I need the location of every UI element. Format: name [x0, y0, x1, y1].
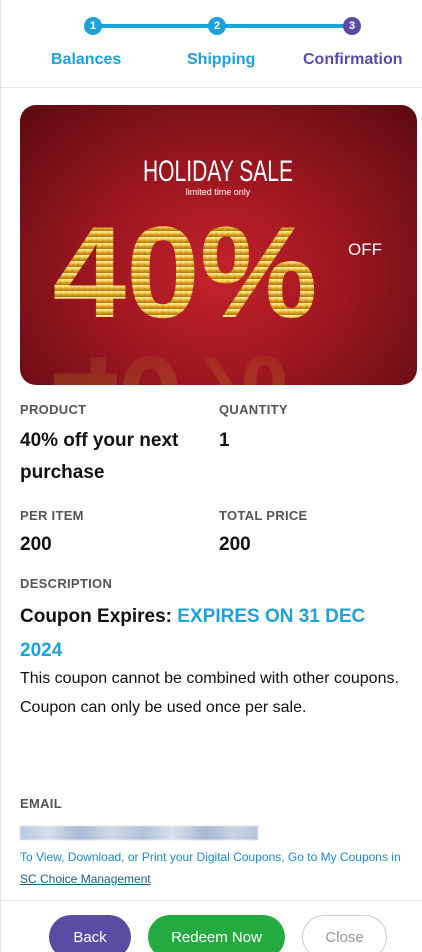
description-label: DESCRIPTION	[20, 576, 113, 591]
banner-title: HOLIDAY SALE	[143, 155, 293, 188]
step-1-indicator[interactable]: 1	[84, 17, 102, 35]
banner-off-label: OFF	[348, 240, 382, 259]
banner-discount: 40%	[53, 199, 318, 345]
close-button[interactable]: Close	[302, 915, 387, 952]
total-price-value: 200	[219, 534, 251, 555]
sc-choice-management-link[interactable]: SC Choice Management	[20, 872, 151, 886]
product-name-line-2: purchase	[20, 462, 105, 483]
quantity-label: QUANTITY	[219, 402, 288, 417]
product-name-line-1: 40% off your next	[20, 430, 179, 451]
stepper-track-2	[217, 24, 357, 28]
step-label-shipping[interactable]: Shipping	[187, 51, 255, 69]
back-button[interactable]: Back	[49, 915, 131, 952]
description-title: Coupon Expires: EXPIRES ON 31 DEC 2024	[20, 600, 410, 668]
per-item-label: PER ITEM	[20, 508, 84, 523]
coupon-info-message: To View, Download, or Print your Digital…	[20, 850, 401, 864]
banner-subtitle: limited time only	[186, 187, 251, 197]
per-item-value: 200	[20, 534, 52, 555]
coupon-expires-label: Coupon Expires:	[20, 606, 178, 627]
step-label-balances[interactable]: Balances	[51, 51, 121, 69]
step-2-indicator[interactable]: 2	[208, 17, 226, 35]
product-image: HOLIDAY SALE limited time only 40% 40% O…	[20, 105, 417, 385]
stepper-track-1	[93, 24, 217, 28]
redeem-coupon-dialog: 1 2 3 Balances Shipping Confirmation HOL…	[0, 0, 422, 952]
footer-divider	[1, 900, 422, 901]
total-price-label: TOTAL PRICE	[219, 508, 308, 523]
email-label: EMAIL	[20, 796, 62, 811]
quantity-value: 1	[219, 430, 230, 451]
step-3-indicator: 3	[343, 17, 361, 35]
coupon-info-text: To View, Download, or Print your Digital…	[20, 846, 415, 890]
description-line-2: Coupon can only be used once per sale.	[20, 699, 307, 716]
product-label: PRODUCT	[20, 402, 87, 417]
description-body: This coupon cannot be combined with othe…	[20, 664, 410, 722]
email-value-redacted	[20, 826, 258, 840]
description-line-1: This coupon cannot be combined with othe…	[20, 670, 399, 687]
redeem-now-button[interactable]: Redeem Now	[148, 915, 285, 952]
progress-stepper: 1 2 3 Balances Shipping Confirmation	[1, 0, 422, 88]
step-label-confirmation: Confirmation	[303, 51, 403, 68]
